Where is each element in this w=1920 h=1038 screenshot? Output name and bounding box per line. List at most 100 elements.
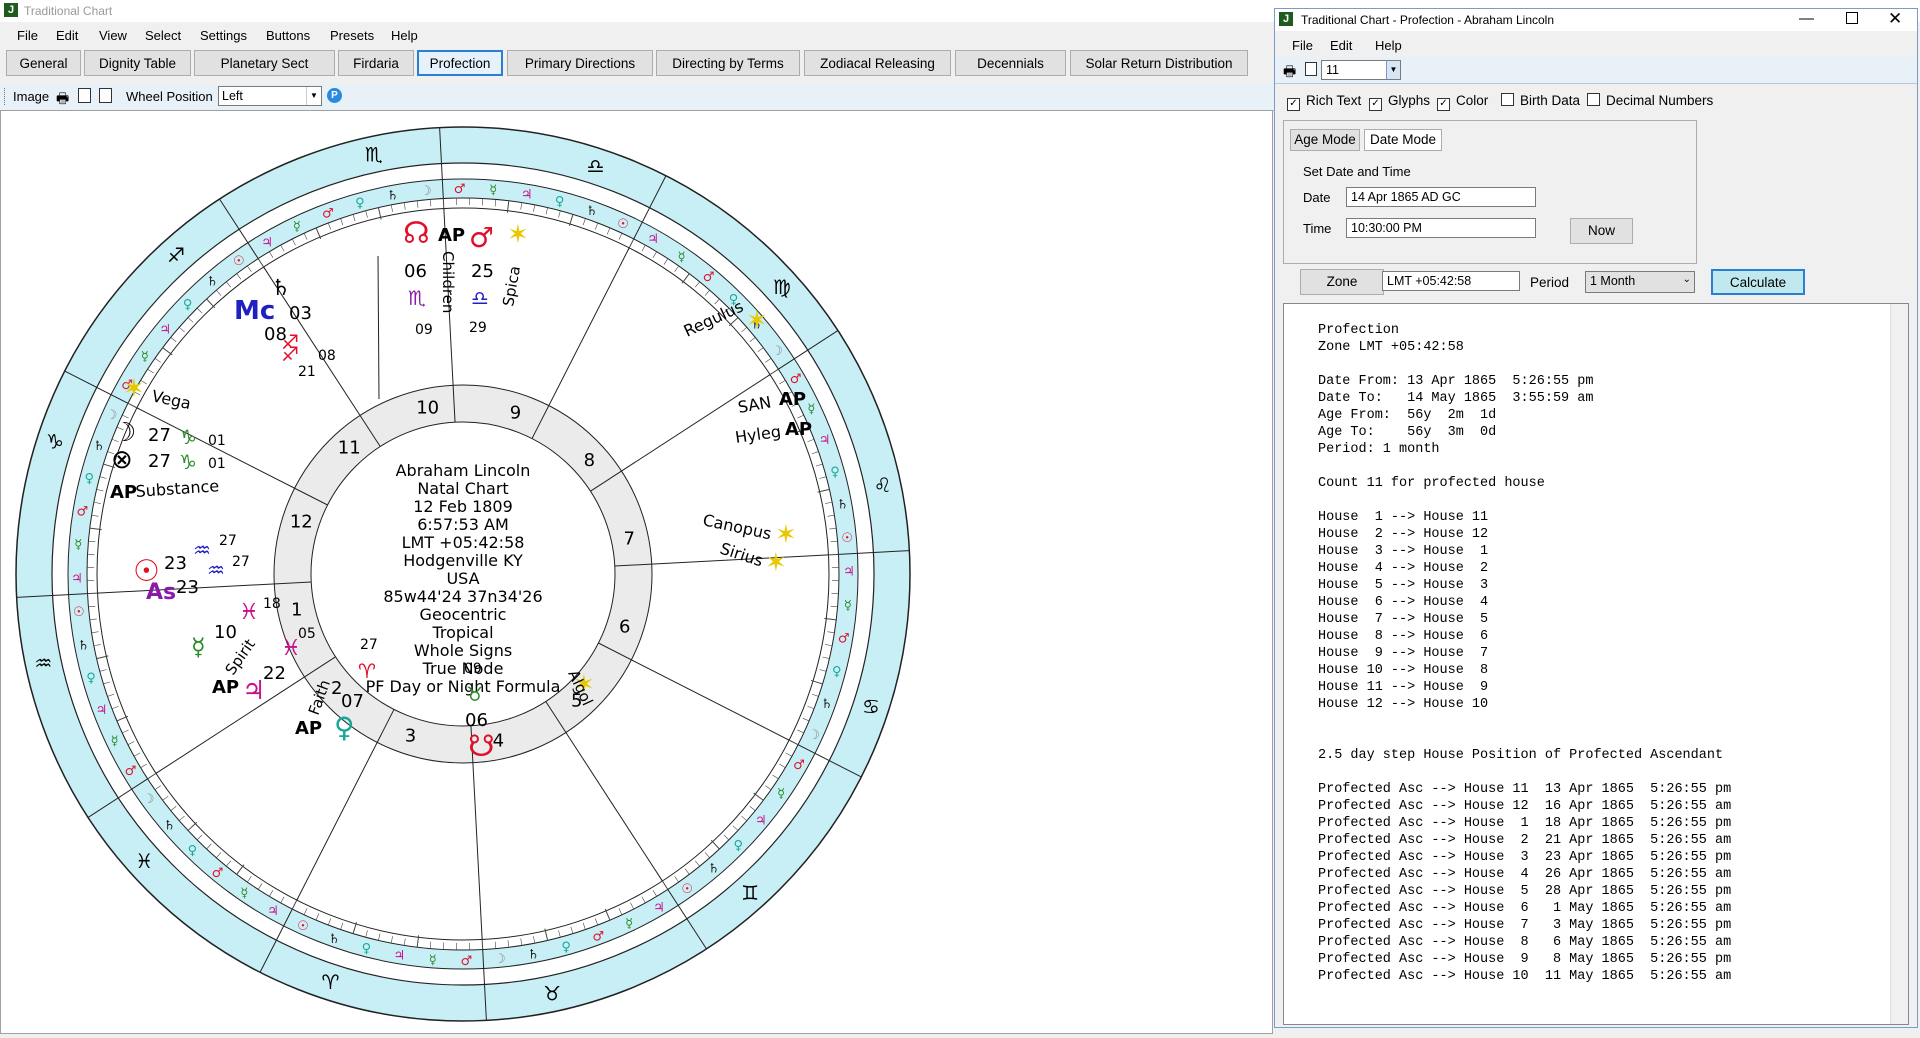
vertical-scrollbar[interactable] (1890, 304, 1908, 1024)
zodiac-sign-icon: ♎ (587, 154, 605, 178)
menu-select[interactable]: Select (145, 28, 181, 43)
tab-solar-return-distribution[interactable]: Solar Return Distribution (1070, 50, 1248, 76)
age-mode-tab[interactable]: Age Mode (1290, 129, 1360, 151)
minimize-icon[interactable]: — (1799, 10, 1814, 27)
period-select[interactable]: 1 Month ⌄ (1585, 271, 1695, 293)
menu-settings[interactable]: Settings (200, 28, 247, 43)
mc-icon[interactable]: Mc (234, 296, 275, 326)
tab-firdaria[interactable]: Firdaria (338, 50, 414, 76)
dignity-glyph-icon: ☽ (808, 728, 820, 743)
south-node-icon[interactable]: ☋ (468, 729, 495, 764)
birth-data-checkbox[interactable]: Birth Data (1501, 93, 1580, 108)
menu-help[interactable]: Help (1375, 38, 1402, 53)
degree-label: 01 (208, 433, 226, 449)
canopus-star-icon[interactable]: ✶ (775, 520, 797, 550)
copy-icon[interactable] (1305, 62, 1317, 76)
mercury-icon[interactable]: ☿ (191, 633, 206, 661)
dignity-glyph-icon: ♂ (592, 930, 604, 945)
menu-buttons[interactable]: Buttons (266, 28, 310, 43)
dignity-glyph-icon: ♃ (159, 322, 171, 337)
zone-button[interactable]: Zone (1300, 269, 1384, 295)
center-line: LMT +05:42:58 (402, 533, 525, 552)
ascendant-icon[interactable]: As (146, 580, 176, 605)
tab-directing-by-terms[interactable]: Directing by Terms (656, 50, 800, 76)
center-line: Tropical (431, 623, 493, 642)
degree-label: 27 (360, 637, 378, 653)
checkmark-icon: ✓ (1369, 98, 1382, 111)
center-line: Whole Signs (414, 641, 512, 660)
close-icon[interactable]: ✕ (1888, 9, 1902, 29)
dignity-glyph-icon: ☿ (678, 250, 686, 265)
date-mode-tab[interactable]: Date Mode (1364, 129, 1442, 151)
print-icon[interactable]: 🖶 (1283, 61, 1296, 85)
degree-label: 22 (263, 663, 286, 684)
paste-icon[interactable] (99, 88, 112, 103)
copy-icon[interactable] (78, 88, 91, 103)
menu-file[interactable]: File (1292, 38, 1313, 53)
arabic-part-icon[interactable]: AP (779, 389, 806, 410)
chevron-down-icon[interactable]: ⌄ (1683, 274, 1691, 285)
print-icon[interactable]: 🖶 (56, 88, 69, 112)
regulus-star-icon[interactable]: ✶ (746, 306, 768, 336)
mars-icon[interactable]: ♂ (469, 221, 494, 254)
now-button[interactable]: Now (1570, 218, 1633, 244)
north-node-icon[interactable]: ☊ (403, 216, 430, 251)
menu-edit[interactable]: Edit (56, 28, 78, 43)
zodiac-sign-icon: ♌ (874, 473, 892, 497)
color-checkbox[interactable]: ✓ Color (1437, 93, 1488, 111)
rich-text-checkbox[interactable]: ✓ Rich Text (1287, 93, 1361, 111)
moon-icon[interactable]: ☽ (113, 418, 136, 448)
menu-view[interactable]: View (99, 28, 127, 43)
maximize-icon[interactable] (1846, 12, 1858, 24)
decimal-numbers-checkbox[interactable]: Decimal Numbers (1587, 93, 1713, 108)
help-badge-icon[interactable]: P (327, 88, 342, 103)
tab-planetary-sect[interactable]: Planetary Sect (194, 50, 335, 76)
degree-label: 01 (208, 456, 226, 472)
arabic-part-icon[interactable]: AP (295, 718, 322, 739)
tab-dignity-table[interactable]: Dignity Table (84, 50, 191, 76)
menu-edit[interactable]: Edit (1330, 38, 1352, 53)
saturn-icon[interactable]: ♄ (271, 276, 291, 301)
center-line: Hodgenville KY (403, 551, 523, 570)
tab-decennials[interactable]: Decennials (955, 50, 1066, 76)
calculate-button[interactable]: Calculate (1711, 269, 1805, 295)
sirius-star-icon[interactable]: ✶ (765, 548, 787, 578)
house-number: 8 (584, 450, 595, 471)
time-input[interactable]: 10:30:00 PM (1346, 218, 1536, 238)
center-line: 85w44'24 37n34'26 (383, 587, 542, 606)
dignity-glyph-icon: ☿ (240, 886, 248, 901)
checkbox-box (1587, 93, 1600, 106)
zone-input[interactable]: LMT +05:42:58 (1382, 271, 1520, 291)
wheel-position-select[interactable]: Left ▼ (218, 86, 322, 106)
menu-presets[interactable]: Presets (330, 28, 374, 43)
chevron-down-icon[interactable]: ▼ (1386, 61, 1400, 79)
degree-label: 27 (232, 554, 250, 570)
date-input[interactable]: 14 Apr 1865 AD GC (1346, 187, 1536, 207)
chart-canvas[interactable]: ♒ ♓ ♈ ♉ ♊ ♋ ♌ ♍ ♎ ♏ ♐ ♑ ♃ ☿ ♂ ♀ ♄ ☽ ♂ ☿ ♃ ♀ ♄ ☉ ♃ ☿ ♂ ♀ ♄ ☽ ♂ ☿ ♃ ♀ ♄ ☉ ♃ ☿ ♂… (0, 110, 1273, 1034)
tab-zodiacal-releasing[interactable]: Zodiacal Releasing (804, 50, 951, 76)
jupiter-icon[interactable]: ♃ (242, 676, 265, 706)
vega-star-icon[interactable]: ✶ (123, 374, 145, 404)
tab-general[interactable]: General (6, 50, 81, 76)
wheel-position-label: Wheel Position (126, 89, 213, 104)
profection-output[interactable]: Profection Zone LMT +05:42:58 Date From:… (1283, 303, 1909, 1025)
arabic-part-icon[interactable]: AP (438, 225, 465, 246)
chevron-down-icon[interactable]: ▼ (306, 87, 321, 105)
degree-label: 06 (465, 710, 488, 731)
tab-bar: General Dignity Table Planetary Sect Fir… (0, 50, 1280, 80)
arabic-part-icon[interactable]: AP (212, 677, 239, 698)
profection-menubar: File Edit Help (1275, 35, 1917, 55)
dignity-glyph-icon: ☿ (74, 538, 82, 553)
glyphs-checkbox[interactable]: ✓ Glyphs (1369, 93, 1430, 111)
arabic-part-icon[interactable]: AP (110, 482, 137, 503)
venus-icon[interactable]: ♀ (334, 711, 355, 744)
arabic-part-icon[interactable]: AP (785, 419, 812, 440)
menu-help[interactable]: Help (391, 28, 418, 43)
house-count-select[interactable]: 11 ▼ (1321, 60, 1401, 80)
menu-file[interactable]: File (17, 28, 38, 43)
tab-primary-directions[interactable]: Primary Directions (507, 50, 653, 76)
part-of-fortune-icon[interactable]: ⊗ (111, 445, 133, 475)
tab-profection[interactable]: Profection (417, 50, 503, 76)
spica-star-icon[interactable]: ✶ (507, 220, 529, 250)
dignity-glyph-icon: ♀ (362, 942, 372, 957)
